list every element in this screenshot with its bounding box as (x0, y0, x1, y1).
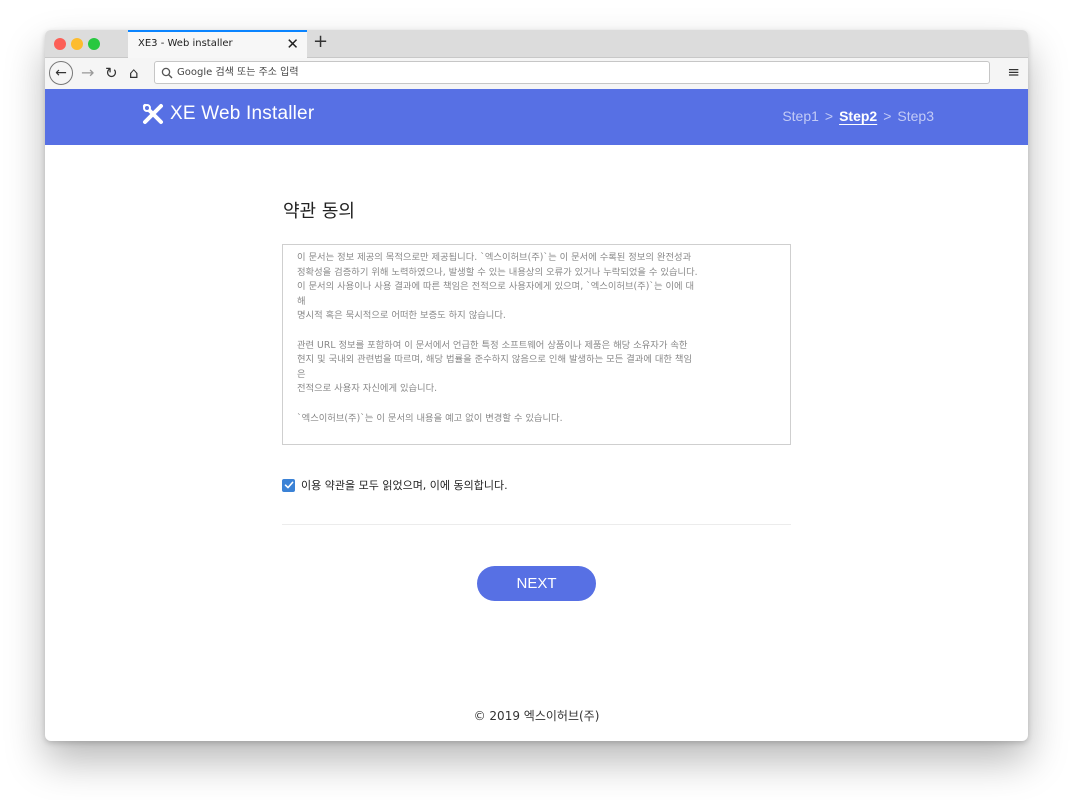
navigation-bar: ← → ↻ ⌂ ≡ (45, 58, 1028, 90)
tab-strip: XE3 - Web installer ✕ + (45, 30, 1028, 58)
hamburger-menu-icon[interactable]: ≡ (1007, 63, 1020, 81)
terms-paragraph: `엑스이허브(주)`는 이 문서의 내용을 예고 없이 변경할 수 있습니다. (297, 412, 563, 424)
tab-xe3-web-installer[interactable]: XE3 - Web installer ✕ (128, 30, 307, 58)
close-window-button[interactable] (54, 38, 66, 50)
footer-copyright: © 2019 엑스이허브(주) (473, 709, 600, 723)
search-icon (161, 67, 173, 79)
brand: XE Web Installer (142, 103, 314, 125)
step-3: Step3 (897, 108, 934, 124)
reload-icon[interactable]: ↻ (105, 62, 118, 84)
maximize-window-button[interactable] (88, 38, 100, 50)
page-title: 약관 동의 (283, 201, 355, 222)
terms-textbox[interactable]: 이 문서는 정보 제공의 목적으로만 제공됩니다. `엑스이허브(주)`는 이 … (282, 244, 791, 445)
agree-row[interactable]: 이용 약관을 모두 읽었으며, 이에 동의합니다. (282, 477, 508, 493)
forward-icon[interactable]: → (81, 62, 94, 84)
address-bar[interactable] (154, 61, 990, 84)
chevron-right-icon: > (883, 108, 892, 124)
terms-paragraph: 이 문서는 정보 제공의 목적으로만 제공됩니다. `엑스이허브(주)`는 이 … (297, 252, 698, 322)
step-2: Step2 (839, 108, 878, 124)
terms-paragraph: 관련 URL 정보를 포함하여 이 문서에서 언급한 특정 소프트웨어 상품이나… (297, 339, 693, 395)
xe-logo-icon (143, 104, 163, 124)
new-tab-icon[interactable]: + (313, 31, 328, 52)
close-icon[interactable]: ✕ (286, 35, 299, 53)
home-icon[interactable]: ⌂ (129, 62, 139, 84)
tab-title: XE3 - Web installer (138, 38, 233, 49)
checkmark-icon (284, 481, 293, 489)
url-input[interactable] (177, 62, 977, 83)
step-1: Step1 (782, 108, 819, 124)
brand-title: XE Web Installer (170, 103, 315, 124)
agree-checkbox[interactable] (282, 478, 295, 492)
divider (282, 524, 791, 525)
step-indicator: Step1 > Step2 > Step3 (782, 108, 934, 124)
site-header: XE Web Installer Step1 > Step2 > Step3 (45, 89, 1028, 145)
next-button[interactable]: NEXT (477, 566, 596, 601)
browser-window: XE3 - Web installer ✕ + ← → ↻ ⌂ ≡ XE Web… (45, 30, 1028, 741)
minimize-window-button[interactable] (71, 38, 83, 50)
back-icon[interactable]: ← (49, 61, 73, 85)
agree-label: 이용 약관을 모두 읽었으며, 이에 동의합니다. (301, 479, 508, 492)
chevron-right-icon: > (824, 108, 834, 124)
